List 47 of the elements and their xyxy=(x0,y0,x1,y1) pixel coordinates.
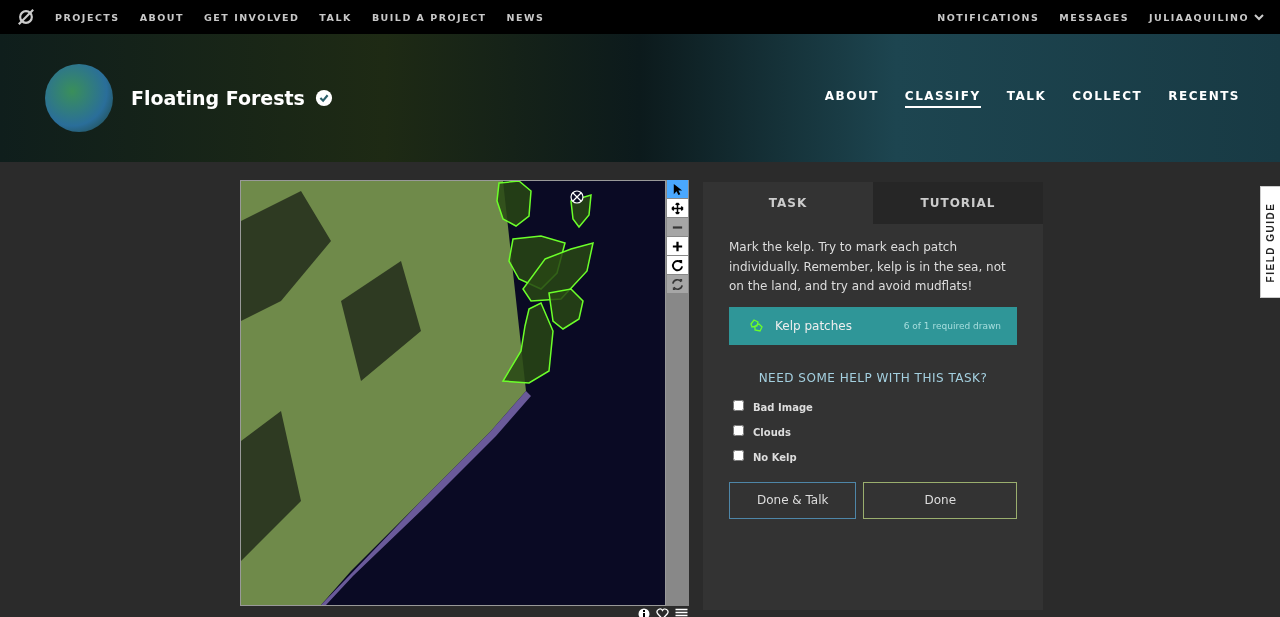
pointer-tool-button[interactable] xyxy=(667,180,688,198)
task-panel-tab[interactable]: TUTORIAL xyxy=(873,182,1043,224)
kelp-outline[interactable] xyxy=(548,288,584,330)
option-checkbox[interactable] xyxy=(733,449,744,461)
info-icon[interactable] xyxy=(638,608,650,617)
field-guide-tab[interactable]: FIELD GUIDE xyxy=(1260,186,1280,298)
satellite-image-drawing[interactable] xyxy=(240,180,666,606)
top-nav-link[interactable]: NOTIFICATIONS xyxy=(937,11,1040,23)
kelp-outline[interactable] xyxy=(570,193,592,229)
top-nav-link[interactable]: TALK xyxy=(319,11,352,23)
site-logo-icon[interactable] xyxy=(17,8,35,26)
heart-icon[interactable] xyxy=(656,608,669,617)
done-button[interactable]: Done xyxy=(863,481,1017,519)
project-nav-tab[interactable]: RECENTS xyxy=(1168,88,1240,108)
list-icon[interactable] xyxy=(675,608,688,617)
option-label[interactable]: No Kelp xyxy=(753,451,797,463)
task-instructions: Mark the kelp. Try to mark each patch individually. Remember, kelp is in the sea, not on the land, and try and avoid mudflats! xyxy=(729,239,1007,295)
delete-mark-icon[interactable] xyxy=(570,190,584,204)
project-title[interactable]: Floating Forests xyxy=(131,87,305,109)
move-icon xyxy=(671,201,684,215)
user-menu[interactable]: JULIAAQUILINO xyxy=(1149,11,1264,23)
chevron-down-icon xyxy=(1254,12,1264,22)
help-heading: NEED SOME HELP WITH THIS TASK? xyxy=(757,370,989,385)
kelp-outline[interactable] xyxy=(496,180,532,227)
pointer-icon xyxy=(671,182,684,196)
polygon-tool-icon xyxy=(749,318,763,333)
move-tool-button[interactable] xyxy=(667,199,688,217)
top-nav-link[interactable]: ABOUT xyxy=(139,11,185,23)
top-nav-link[interactable]: MESSAGES xyxy=(1059,11,1129,23)
rotate-tool-button[interactable] xyxy=(667,256,688,274)
project-nav-tab[interactable]: COLLECT xyxy=(1072,88,1143,108)
done-and-talk-button[interactable]: Done & Talk xyxy=(729,481,857,519)
rotate-icon xyxy=(671,258,684,272)
option-checkbox[interactable] xyxy=(733,424,744,436)
top-nav-link[interactable]: BUILD A PROJECT xyxy=(371,11,487,23)
project-nav-tab[interactable]: TALK xyxy=(1006,88,1047,108)
project-nav-tab[interactable]: ABOUT xyxy=(824,88,879,108)
top-nav-link[interactable]: PROJECTS xyxy=(55,11,120,23)
option-label[interactable]: Clouds xyxy=(753,426,791,438)
zoom-in-tool-button[interactable] xyxy=(667,237,688,255)
zoom-in-icon xyxy=(671,239,684,253)
project-nav-tab[interactable]: CLASSIFY xyxy=(904,88,981,108)
option-checkbox[interactable] xyxy=(733,399,744,411)
top-nav-link[interactable]: NEWS xyxy=(506,11,545,23)
top-nav-link[interactable]: GET INVOLVED xyxy=(204,11,300,23)
reset-icon xyxy=(671,277,684,291)
option-label[interactable]: Bad Image xyxy=(753,401,813,413)
